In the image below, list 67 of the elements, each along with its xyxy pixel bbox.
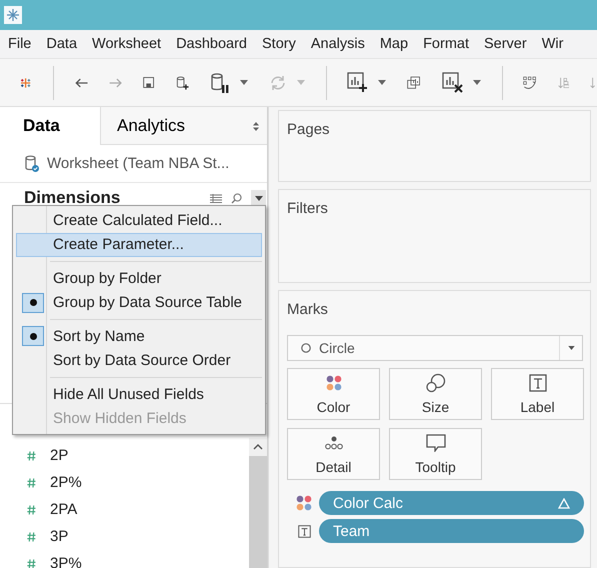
text-label-icon <box>528 374 546 392</box>
shelf-title: Pages <box>286 120 331 138</box>
save-icon[interactable] <box>143 74 155 91</box>
field-item[interactable]: 2P <box>0 442 249 469</box>
menu-item[interactable]: Sort by Data Source Order <box>16 348 262 373</box>
menu-item[interactable]: Group by Folder <box>16 266 262 290</box>
hash-icon <box>27 558 36 568</box>
size-circles-icon <box>426 373 446 393</box>
hash-icon <box>27 450 36 460</box>
caret-icon[interactable] <box>472 80 481 85</box>
text-label-icon <box>298 524 310 538</box>
menu-item[interactable]: Group by Data Source Table <box>16 290 262 315</box>
marks-title: Marks <box>286 300 329 318</box>
field-item[interactable]: 3P <box>0 523 249 550</box>
detail-dots-icon <box>324 436 344 450</box>
color-dots-icon <box>296 495 312 511</box>
speech-bubble-icon <box>426 434 446 452</box>
database-pause-icon[interactable] <box>210 72 230 94</box>
field-item[interactable]: 3P% <box>0 550 249 568</box>
clear-chart-icon[interactable] <box>442 72 463 93</box>
mark-type-dropdown[interactable]: Circle <box>287 335 583 361</box>
mark-card-button[interactable]: Color <box>287 368 380 420</box>
database-icon <box>24 154 40 172</box>
mark-card-button[interactable]: Size <box>389 368 482 420</box>
caret-icon <box>254 196 262 200</box>
caret-icon[interactable] <box>240 80 248 85</box>
list-view-icon[interactable] <box>210 194 222 202</box>
menu-item[interactable]: File <box>8 36 32 52</box>
new-chart-icon[interactable] <box>347 72 368 93</box>
search-icon[interactable] <box>231 192 242 204</box>
field-item[interactable]: 2PA <box>0 496 249 523</box>
hash-icon <box>27 478 36 488</box>
section-title: Dimensions <box>24 188 120 208</box>
caret-icon <box>568 346 574 350</box>
pill-label: Team <box>333 522 370 540</box>
shelf-title: Filters <box>286 199 329 217</box>
field-item[interactable]: 2P% <box>0 469 249 496</box>
data-source-name[interactable]: Worksheet (Team NBA St... <box>47 155 230 172</box>
delta-icon <box>558 498 570 508</box>
menu-item[interactable]: Server <box>484 36 527 52</box>
dropdown-button[interactable] <box>251 190 266 206</box>
circle-icon <box>301 343 311 353</box>
menu-item[interactable]: Create Parameter... <box>16 232 262 257</box>
hash-icon <box>27 504 36 514</box>
menu-item[interactable]: Map <box>380 36 408 52</box>
menu-item[interactable]: Story <box>262 36 296 52</box>
mark-card-button[interactable]: Tooltip <box>389 428 482 480</box>
menu-item[interactable]: Sort by Name <box>16 324 262 348</box>
up-down-arrows-icon[interactable] <box>253 122 259 131</box>
menu-item[interactable]: Dashboard <box>176 36 247 52</box>
pill-label: Color Calc <box>333 494 404 512</box>
tab[interactable]: Analytics <box>100 107 267 145</box>
menu-item[interactable]: Data <box>46 36 78 52</box>
menu-item[interactable]: Hide All Unused Fields <box>16 382 262 406</box>
scroll-up-icon[interactable] <box>253 444 263 450</box>
menu-item[interactable]: Create Calculated Field... <box>16 208 262 232</box>
caret-icon[interactable] <box>378 80 386 85</box>
app-logo-icon <box>4 6 22 24</box>
hash-icon <box>27 532 36 542</box>
menu-item[interactable]: Format <box>423 36 469 52</box>
menu-item[interactable]: Worksheet <box>92 36 162 52</box>
color-dots-icon <box>326 375 342 391</box>
menu-item[interactable]: Wir <box>542 36 564 52</box>
menu-item[interactable]: Analysis <box>310 36 365 52</box>
mark-card-button[interactable]: Detail <box>287 428 380 480</box>
mark-card-button[interactable]: Label <box>491 368 584 420</box>
scrollbar-thumb[interactable] <box>249 456 267 568</box>
